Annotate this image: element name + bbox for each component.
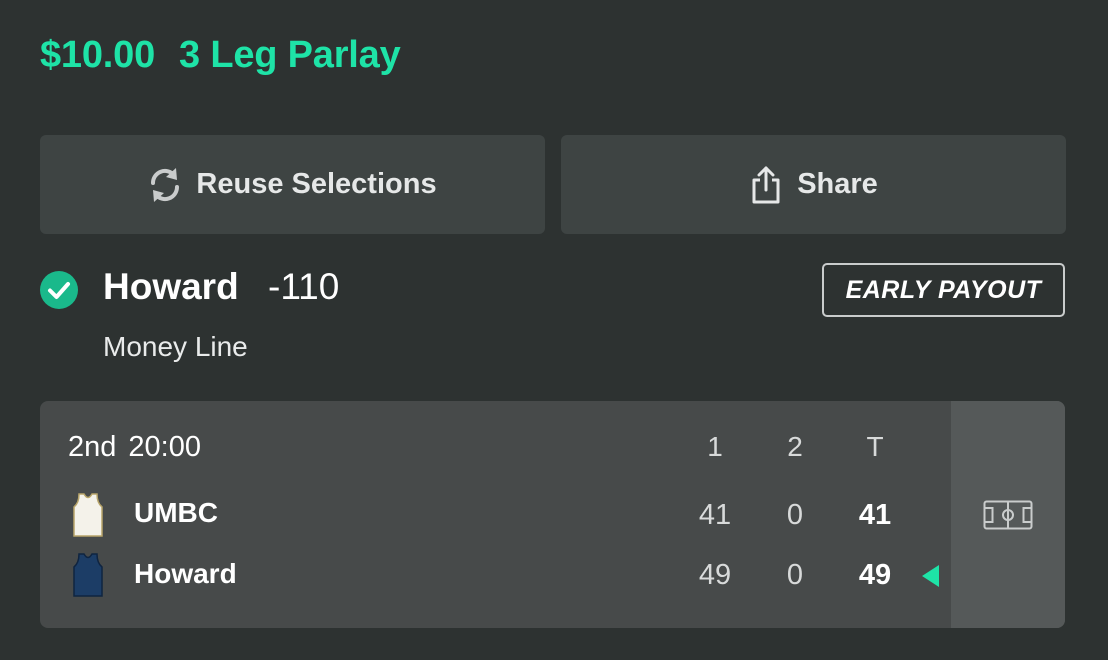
- howard-jersey-icon: [73, 553, 103, 597]
- column-header-2: 2: [787, 431, 803, 462]
- leading-indicator: [922, 565, 939, 587]
- team-name-howard: Howard: [134, 558, 237, 589]
- share-button[interactable]: Share: [561, 135, 1066, 234]
- umbc-score-total: 41: [858, 499, 892, 531]
- selection-market: Money Line: [103, 331, 248, 362]
- umbc-score-1: 41: [698, 499, 732, 531]
- column-header-1: 1: [707, 431, 723, 462]
- umbc-score-2: 0: [786, 499, 804, 531]
- reuse-selections-label: Reuse Selections: [196, 168, 437, 200]
- refresh-icon: [151, 167, 180, 202]
- selection-odds: -110: [268, 266, 340, 307]
- game-clock: 2nd 20:00: [68, 431, 201, 464]
- column-header-total: T: [866, 431, 884, 462]
- check-circle-icon: [40, 271, 78, 309]
- share-label: Share: [797, 168, 878, 200]
- game-time: 20:00: [128, 431, 201, 463]
- bet-title: $10.00 3 Leg Parlay: [40, 34, 401, 77]
- game-period: 2nd: [68, 431, 117, 463]
- live-scoreboard[interactable]: 2nd 20:00 1 2 T UMBC 41 0 41 Howard 49 0…: [40, 401, 1065, 628]
- basketball-court-icon: [983, 500, 1033, 529]
- share-icon: [752, 166, 780, 203]
- howard-score-2: 0: [786, 559, 804, 591]
- umbc-jersey-icon: [73, 493, 103, 537]
- reuse-selections-button[interactable]: Reuse Selections: [40, 135, 545, 234]
- howard-score-1: 49: [698, 559, 732, 591]
- bet-type: 3 Leg Parlay: [179, 34, 401, 76]
- stake-amount: $10.00: [40, 34, 156, 76]
- team-name-umbc: UMBC: [134, 497, 218, 528]
- selection-team: Howard: [103, 266, 239, 307]
- howard-score-total: 49: [858, 559, 892, 591]
- early-payout-badge: EARLY PAYOUT: [822, 263, 1065, 317]
- court-view-button[interactable]: [951, 401, 1065, 628]
